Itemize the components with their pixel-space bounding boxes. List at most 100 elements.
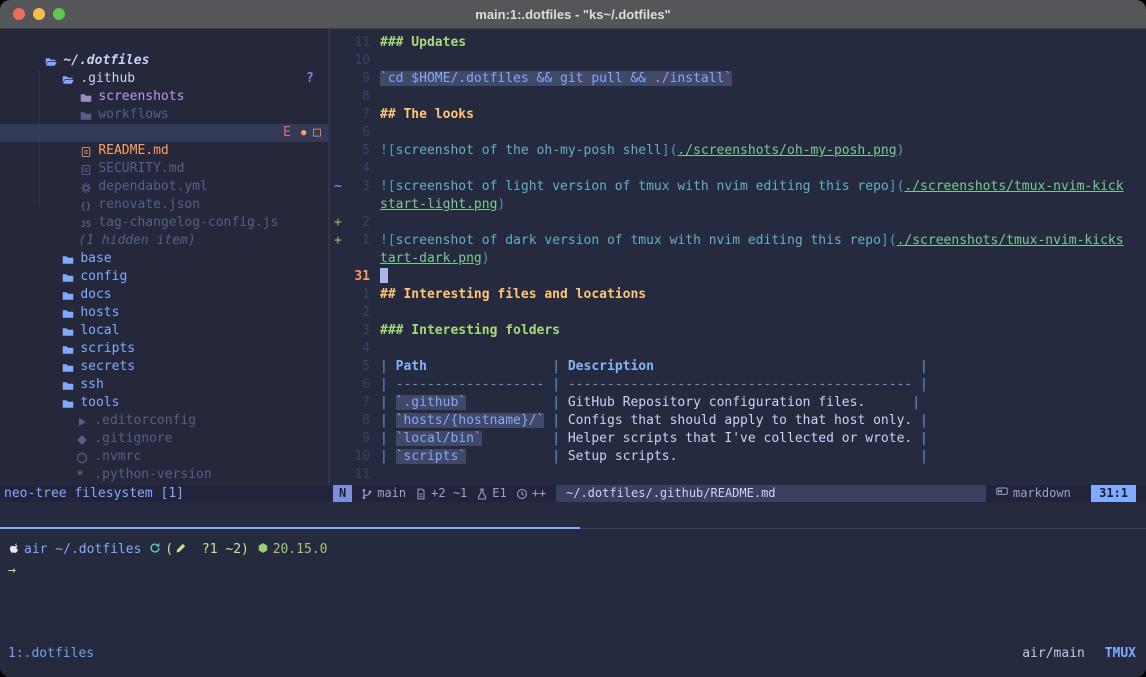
editor-line[interactable]: 8| `hosts/{hostname}/` | Configs that sh… — [330, 412, 1146, 430]
tree-item[interactable]: *.python-version — [0, 448, 328, 466]
tree-item[interactable]: .github — [0, 52, 328, 70]
tree-item[interactable]: CODE_OF_CONDUCT.md — [0, 106, 328, 124]
tree-item[interactable]: screenshots ? — [0, 70, 328, 88]
line-number: 2 — [342, 214, 370, 232]
neo-tree-sidebar[interactable]: ~/.dotfiles .github screenshots ? workfl… — [0, 29, 328, 485]
tree-item[interactable]: .nvmrc — [0, 430, 328, 448]
editor-line[interactable]: 5![screenshot of the oh-my-posh shell](.… — [330, 142, 1146, 160]
git-branch-segment: main — [361, 485, 406, 502]
titlebar: main:1:.dotfiles - "ks~/.dotfiles" — [0, 0, 1146, 29]
pane-divider[interactable] — [580, 528, 1146, 529]
pencil-icon — [173, 541, 190, 561]
tree-item[interactable]: .gitignore — [0, 412, 328, 430]
tree-item[interactable]: ~/.dotfiles — [0, 34, 328, 52]
tmux-status-bar: 1:.dotfiles air/main TMUX — [0, 644, 1146, 664]
minimize-button[interactable] — [33, 8, 45, 20]
status-badge: ● — [301, 124, 306, 142]
tree-item[interactable]: secrets — [0, 340, 328, 358]
prompt-arrow: → — [8, 563, 16, 578]
tree-item[interactable]: hosts — [0, 286, 328, 304]
neo-tree-statusline: neo-tree filesystem [1] — [4, 485, 184, 502]
editor-line[interactable]: 11### Updates — [330, 34, 1146, 52]
window-title: main:1:.dotfiles - "ks~/.dotfiles" — [475, 7, 670, 22]
tree-item[interactable]: tools — [0, 376, 328, 394]
zoom-button[interactable] — [53, 8, 65, 20]
line-number: 7 — [342, 394, 370, 412]
tmux-badge: TMUX — [1105, 646, 1136, 661]
tree-item[interactable]: README.md E●□ — [0, 124, 328, 142]
editor-line[interactable]: 3### Interesting folders — [330, 322, 1146, 340]
tree-item[interactable]: base — [0, 232, 328, 250]
node-version: 20.15.0 — [273, 542, 328, 557]
editor-line[interactable]: 7## The looks — [330, 106, 1146, 124]
tmux-window-name[interactable]: 1:.dotfiles — [8, 644, 94, 664]
tree-item[interactable]: config — [0, 250, 328, 268]
tree-item[interactable]: dependabot.yml — [0, 160, 328, 178]
diff-counts: +2 ~1 — [431, 485, 467, 502]
editor-line[interactable]: 7| `.github` | GitHub Repository configu… — [330, 394, 1146, 412]
editor-line[interactable]: ~3![screenshot of light version of tmux … — [330, 178, 1146, 196]
editor-buffer[interactable]: 11### Updates109`cd $HOME/.dotfiles && g… — [330, 29, 1146, 485]
editor-line[interactable]: 9`cd $HOME/.dotfiles && git pull && ./in… — [330, 70, 1146, 88]
sync-icon — [149, 541, 161, 561]
editor-line[interactable]: 10| `scripts` | Setup scripts. | — [330, 448, 1146, 466]
branch-name: main — [377, 485, 406, 502]
tree-item[interactable]: SECURITY.md — [0, 142, 328, 160]
line-number: 5 — [342, 142, 370, 160]
tree-item[interactable]: local — [0, 304, 328, 322]
line-number: 11 — [342, 466, 370, 484]
apple-icon — [8, 541, 20, 561]
line-number: 4 — [342, 340, 370, 358]
lsp-segment: ++ — [516, 485, 546, 502]
editor-line[interactable]: 2 — [330, 304, 1146, 322]
pane-divider-active[interactable] — [0, 527, 580, 529]
tree-item[interactable]: ssh — [0, 358, 328, 376]
line-number: 1 — [342, 232, 370, 250]
doc-icon — [415, 488, 427, 500]
editor-line[interactable]: 5| Path | Description | — [330, 358, 1146, 376]
editor-line[interactable]: 11 — [330, 466, 1146, 484]
editor-line[interactable]: 31 — [330, 268, 1146, 286]
editor-line[interactable]: 4 — [330, 340, 1146, 358]
editor-line[interactable]: 1## Interesting files and locations — [330, 286, 1146, 304]
tree-item[interactable]: .editorconfig — [0, 394, 328, 412]
editor-line[interactable]: 4 — [330, 160, 1146, 178]
file-path: ~/.dotfiles/.github/README.md — [556, 485, 986, 502]
editor-line[interactable]: tart-dark.png) — [330, 250, 1146, 268]
line-number: 9 — [342, 70, 370, 88]
editor-line[interactable]: start-light.png) — [330, 196, 1146, 214]
branch-icon — [361, 488, 373, 500]
tree-item[interactable]: add-submodules.sh — [0, 466, 328, 484]
editor-line[interactable]: 8 — [330, 88, 1146, 106]
editor-line[interactable]: 6 — [330, 124, 1146, 142]
diagnostics-segment: E1 — [476, 485, 506, 502]
tree-item[interactable]: JStag-changelog-config.js — [0, 196, 328, 214]
tree-item[interactable]: docs — [0, 268, 328, 286]
git-status-open: ( — [165, 542, 173, 557]
cursor-position: 31:1 — [1091, 485, 1136, 502]
editor-line[interactable]: +2 — [330, 214, 1146, 232]
node-icon — [257, 541, 269, 561]
prompt-arrow-line: → — [8, 561, 1146, 581]
shell-pane[interactable]: air ~/.dotfiles ( ?1 ~2) 20.15.0 → — [0, 536, 1146, 581]
tree-item[interactable]: (1 hidden item) — [0, 214, 328, 232]
line-number: 11 — [342, 34, 370, 52]
tree-item[interactable]: workflows — [0, 88, 328, 106]
lualine: N main +2 ~1 E1 ++ — [333, 485, 546, 502]
statusline: neo-tree filesystem [1] N main +2 ~1 E1 — [0, 485, 1146, 502]
filetype-label: markdown — [1013, 485, 1071, 502]
flask-icon — [476, 488, 488, 500]
editor-line[interactable]: 9| `local/bin` | Helper scripts that I'v… — [330, 430, 1146, 448]
line-number: 1 — [342, 286, 370, 304]
status-badge: □ — [313, 124, 321, 142]
prompt-path: air ~/.dotfiles — [24, 542, 141, 557]
tmux-right-status: air/main TMUX — [1022, 644, 1136, 664]
editor-line[interactable]: +1![screenshot of dark version of tmux w… — [330, 232, 1146, 250]
tree-item[interactable]: scripts — [0, 322, 328, 340]
tree-item[interactable]: {}renovate.json — [0, 178, 328, 196]
line-number: 10 — [342, 448, 370, 466]
editor-line[interactable]: 10 — [330, 52, 1146, 70]
close-button[interactable] — [13, 8, 25, 20]
line-number: 31 — [342, 268, 370, 286]
editor-line[interactable]: 6| ------------------- | ---------------… — [330, 376, 1146, 394]
